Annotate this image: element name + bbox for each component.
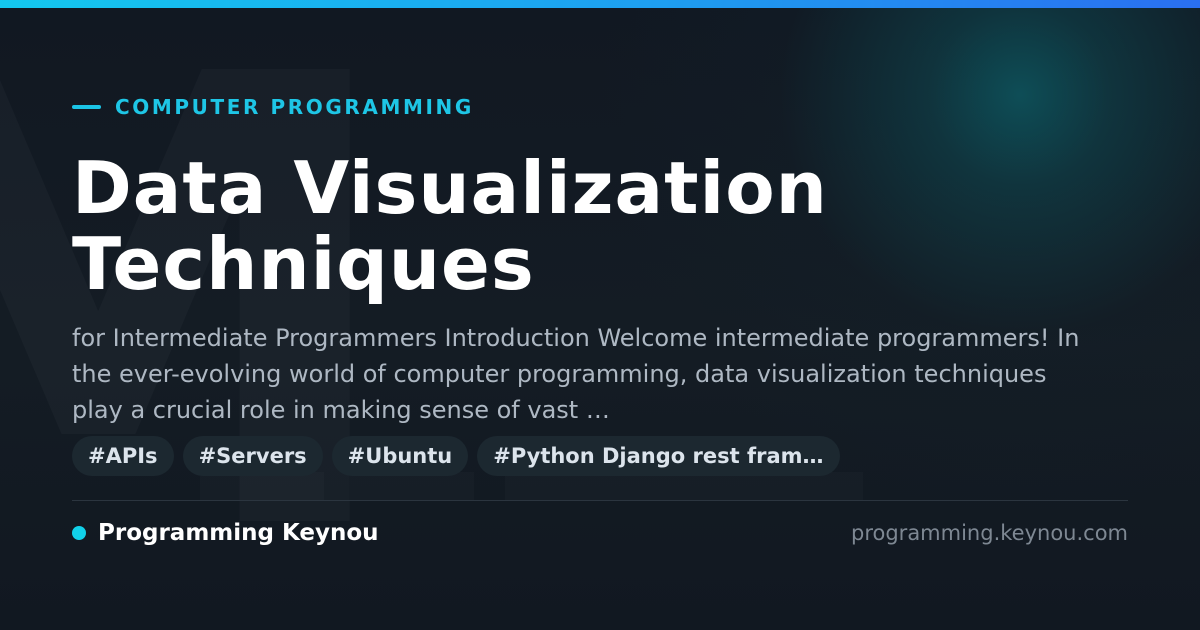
background-shape	[200, 472, 324, 500]
tag-python-django-rest-framework: #Python Django rest fram…	[477, 436, 840, 476]
status-dot-icon	[72, 526, 86, 540]
background-shape	[505, 472, 863, 500]
category-label: COMPUTER PROGRAMMING	[115, 95, 474, 119]
social-preview-card: M COMPUTER PROGRAMMING Data Visualizatio…	[0, 0, 1200, 630]
accent-dash-icon	[72, 105, 101, 109]
top-accent-bar	[0, 0, 1200, 8]
tag-ubuntu: #Ubuntu	[331, 436, 469, 476]
brand-name: Programming Keynou	[98, 520, 379, 546]
tag-list: #APIs #Servers #Ubuntu #Python Django re…	[72, 436, 840, 476]
category-heading: COMPUTER PROGRAMMING	[72, 97, 474, 117]
tag-apis: #APIs	[72, 436, 174, 476]
article-title: Data Visualization Techniques	[72, 146, 828, 306]
article-description: for Intermediate Programmers Introductio…	[72, 324, 1080, 424]
tag-servers: #Servers	[182, 436, 323, 476]
site-url: programming.keynou.com	[851, 521, 1128, 545]
background-shape	[350, 472, 474, 500]
footer-divider	[72, 500, 1128, 501]
brand: Programming Keynou	[72, 520, 379, 546]
